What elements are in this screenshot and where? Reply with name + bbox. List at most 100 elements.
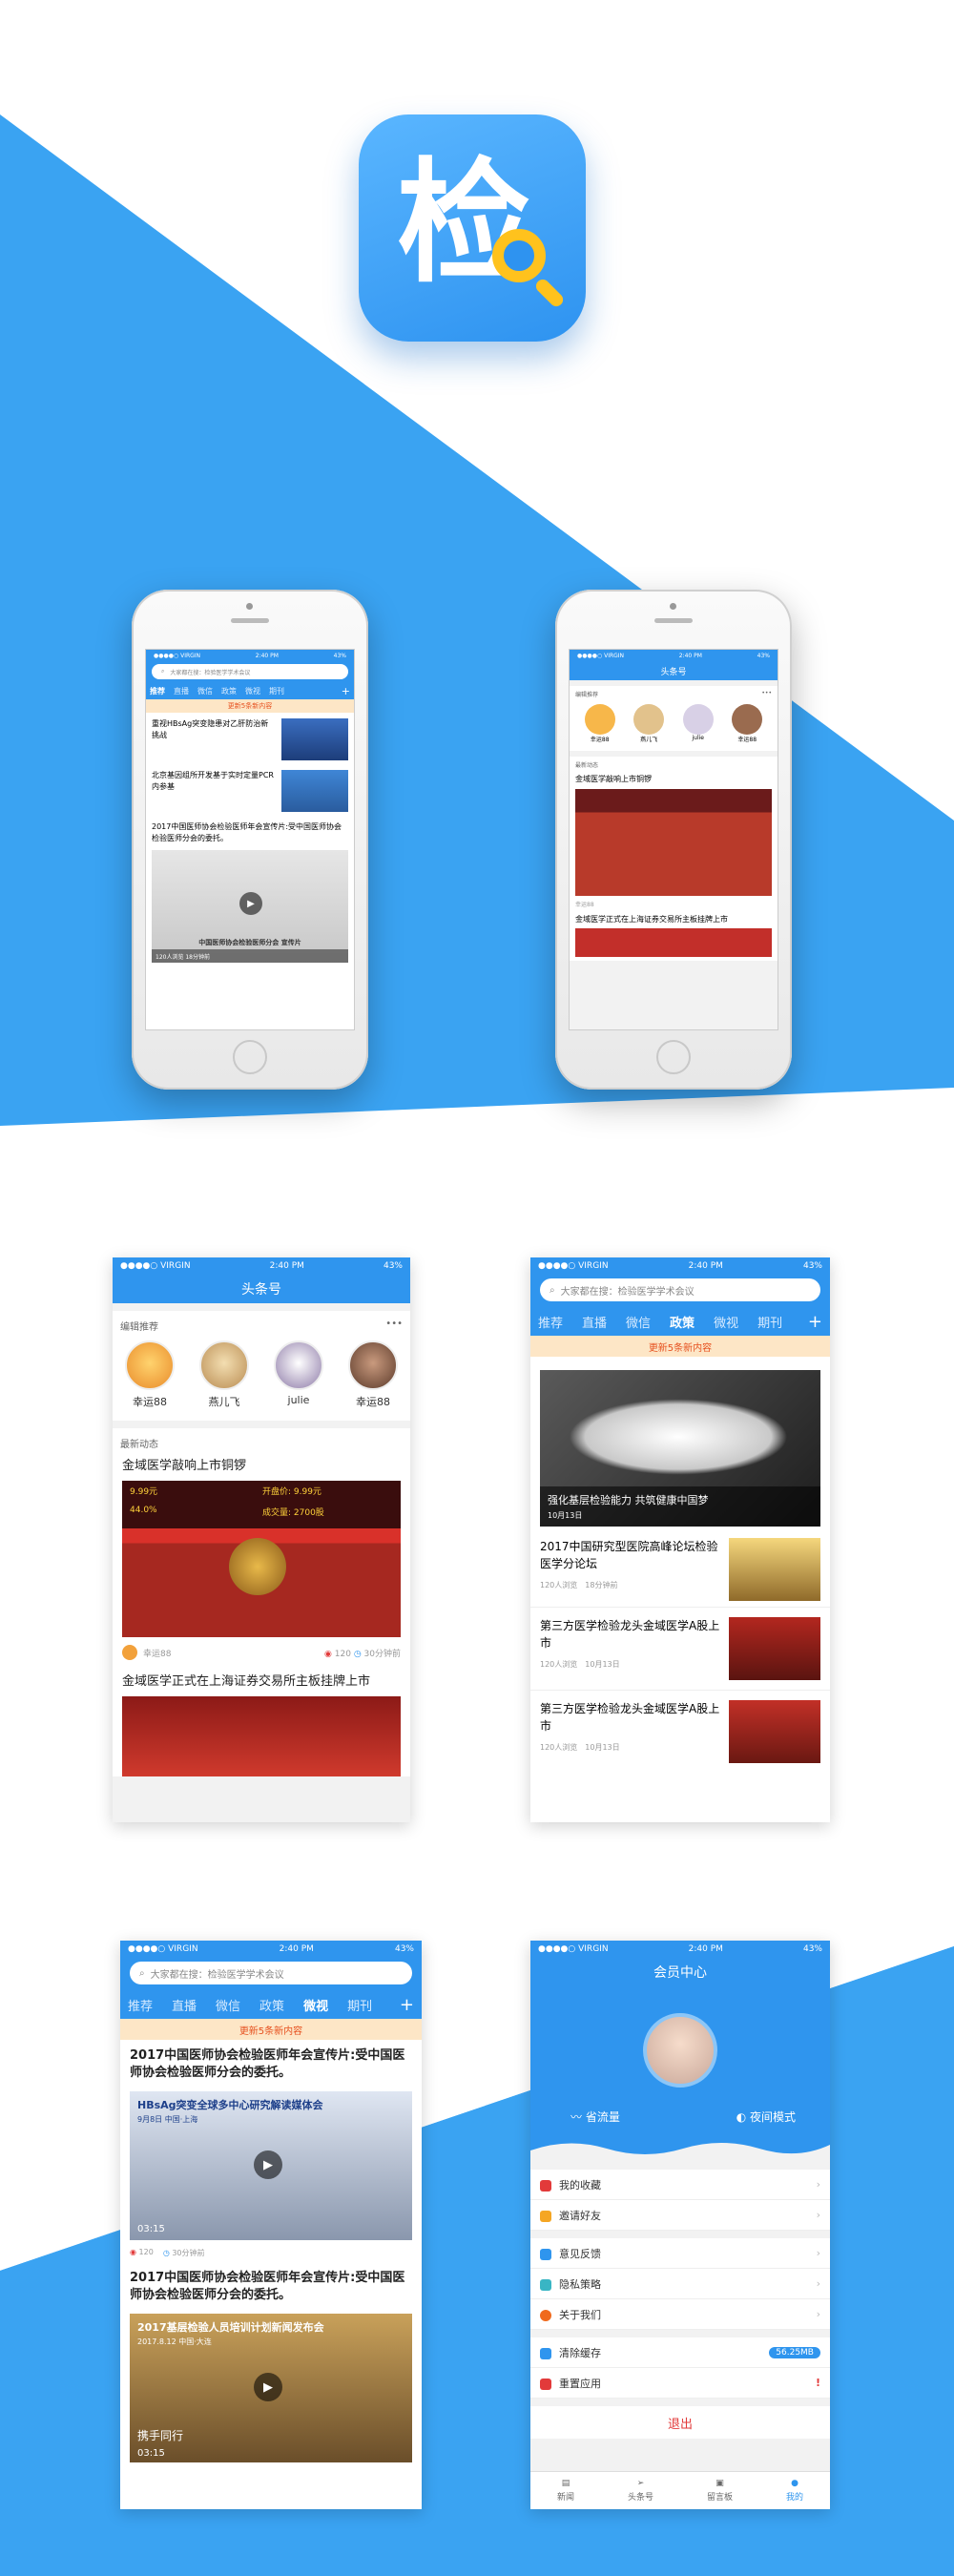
add-tab-icon[interactable]: + (808, 1312, 822, 1332)
magnifier-icon (492, 229, 546, 282)
user-card[interactable]: 幸运88 (125, 1340, 175, 1409)
search-input[interactable]: ⌕ 大家都在搜：检验医学学术会议 (540, 1278, 820, 1301)
video-caption: 中国医师协会检验医师分会 宣传片 (198, 939, 301, 946)
user-card[interactable]: 幸运88 (584, 704, 615, 743)
user-list: 幸运88 燕儿飞 julie 幸运88 (113, 1340, 410, 1409)
editor-pick-card: 编辑推荐 ••• 幸运88 燕儿飞 julie 幸运88 (570, 686, 778, 751)
avatar (348, 1340, 398, 1390)
list-item[interactable]: 第三方医学检验龙头金域医学A股上市 120人浏览 10月13日 (530, 1608, 830, 1691)
tab-recommend[interactable]: 推荐 (128, 1996, 153, 2014)
tab-video[interactable]: 微视 (303, 1996, 328, 2014)
user-card[interactable]: 燕儿飞 (633, 704, 665, 743)
night-mode-toggle[interactable]: ◐ 夜间模式 (736, 2109, 796, 2125)
video-title[interactable]: 2017中国医师协会检验医师年会宣传片:受中国医师协会检验医师分会的委托。 (120, 2040, 422, 2088)
more-icon[interactable]: ••• (761, 690, 772, 698)
video-thumb[interactable]: HBsAg突变全球多中心研究解读媒体会 9月8日 中国·上海 ▶ 03:15 (130, 2091, 412, 2240)
list-item[interactable]: 第三方医学检验龙头金域医学A股上市 120人浏览 10月13日 (530, 1691, 830, 1773)
tab-wechat[interactable]: 微信 (197, 686, 213, 696)
play-icon[interactable]: ▶ (254, 2373, 282, 2401)
editor-pick-card: 编辑推荐 ••• 幸运88 燕儿飞 julie 幸运88 (113, 1311, 410, 1421)
user-card[interactable]: 燕儿飞 (199, 1340, 249, 1409)
menu-favorites[interactable]: 我的收藏 › (530, 2170, 830, 2200)
tab-policy[interactable]: 政策 (221, 686, 237, 696)
tab-video[interactable]: 微视 (714, 1313, 738, 1331)
avatar (122, 1645, 137, 1660)
add-tab-icon[interactable]: + (342, 685, 350, 697)
hero-caption: 强化基层检验能力 共筑健康中国梦 10月13日 (540, 1486, 820, 1527)
avatar (682, 704, 714, 735)
video-title[interactable]: 2017中国医师协会检验医师年会宣传片:受中国医师协会检验医师分会的委托。 (120, 2260, 422, 2310)
user-card[interactable]: 幸运88 (348, 1340, 398, 1409)
nav-news[interactable]: ▤ 新闻 (557, 2479, 574, 2503)
tab-recommend[interactable]: 推荐 (538, 1313, 563, 1331)
avatar (125, 1340, 175, 1390)
search-input[interactable]: ⌕ 大家都在搜：检验医学学术会议 (152, 664, 348, 679)
clock: 2:40 PM (255, 652, 279, 659)
nav-me[interactable]: ● 我的 (786, 2479, 803, 2503)
list-item[interactable]: 北京基因组所开发基于实时定量PCR内参基 (146, 766, 354, 816)
avatar[interactable] (643, 2013, 717, 2088)
hero-image[interactable]: 强化基层检验能力 共筑健康中国梦 10月13日 (540, 1370, 820, 1527)
chevron-right-icon: › (816, 2308, 820, 2320)
more-icon[interactable]: ••• (385, 1319, 403, 1333)
post-title[interactable]: 金域医学敲响上市铜锣 (113, 1458, 410, 1481)
tab-wechat[interactable]: 微信 (626, 1313, 651, 1331)
list-item[interactable]: 重视HBsAg突变隐患对乙肝防治新挑战 (146, 713, 354, 766)
tab-bar: 推荐 直播 微信 政策 微视 期刊 + (530, 1307, 830, 1336)
post-image[interactable] (575, 789, 772, 896)
gong (229, 1538, 286, 1595)
status-bar: ●●●●○ VIRGIN 2:40 PM 43% (146, 650, 354, 661)
tab-live[interactable]: 直播 (174, 686, 189, 696)
post-image[interactable] (122, 1696, 401, 1776)
add-tab-icon[interactable]: + (400, 1995, 414, 2015)
home-button (233, 1040, 267, 1074)
camera (246, 603, 253, 610)
post-image[interactable]: 9.99元 开盘价: 9.99元 44.0% 成交量: 2700股 (122, 1481, 401, 1637)
nav-message-board[interactable]: ▣ 留言板 (707, 2479, 733, 2503)
tab-live[interactable]: 直播 (172, 1996, 197, 2014)
menu-clear-cache[interactable]: 清除缓存 56.25MB (530, 2337, 830, 2368)
user-card[interactable]: julie (274, 1340, 323, 1409)
video-thumb[interactable]: 2017基层检验人员培训计划新闻发布会 2017.8.12 中国·大连 ▶ 携手… (130, 2314, 412, 2462)
policy-screen: ●●●●○ VIRGIN 2:40 PM 43% ⌕ 大家都在搜：检验医学学术会议… (530, 1257, 830, 1822)
bottom-nav: ▤ 新闻 ➢ 头条号 ▣ 留言板 ● 我的 (530, 2471, 830, 2509)
list-item[interactable]: 2017中国研究型医院高峰论坛检验医学分论坛 120人浏览 18分钟前 (530, 1527, 830, 1608)
tab-policy[interactable]: 政策 (259, 1996, 284, 2014)
eye-icon: ◉ (324, 1649, 332, 1659)
tab-policy[interactable]: 政策 (670, 1313, 695, 1331)
tab-wechat[interactable]: 微信 (216, 1996, 240, 2014)
menu-reset-app[interactable]: 重置应用! (530, 2368, 830, 2399)
tab-live[interactable]: 直播 (582, 1313, 607, 1331)
avatar (584, 704, 615, 735)
menu-invite[interactable]: 邀请好友 › (530, 2200, 830, 2231)
save-data-toggle[interactable]: 〰 省流量 (570, 2109, 620, 2125)
play-icon[interactable]: ▶ (239, 892, 262, 915)
section-title: 最新动态 (120, 1440, 158, 1450)
section-title: 编辑推荐 (120, 1322, 158, 1333)
post-image[interactable] (575, 928, 772, 957)
user-card[interactable]: julie (682, 704, 714, 743)
logout-button[interactable]: 退出 (530, 2406, 830, 2439)
home-button (656, 1040, 691, 1074)
broom-icon (540, 2347, 551, 2359)
search-bar: ⌕ 大家都在搜：检验医学学术会议 (530, 1275, 830, 1307)
speaker (654, 618, 693, 623)
tab-video[interactable]: 微视 (245, 686, 260, 696)
tab-journal[interactable]: 期刊 (757, 1313, 782, 1331)
tab-recommend[interactable]: 推荐 (150, 686, 165, 696)
tab-journal[interactable]: 期刊 (347, 1996, 372, 2014)
avatar (633, 704, 665, 735)
user-card[interactable]: 幸运88 (732, 704, 763, 743)
search-input[interactable]: ⌕ 大家都在搜：检验医学学术会议 (130, 1962, 412, 1984)
video-thumb[interactable]: ▶ 中国医师协会检验医师分会 宣传片 120人浏览 18分钟前 (152, 850, 348, 963)
tab-journal[interactable]: 期刊 (269, 686, 284, 696)
play-icon[interactable]: ▶ (254, 2150, 282, 2179)
phone-home-screen: ●●●●○ VIRGIN 2:40 PM 43% ⌕ 大家都在搜：检验医学学术会议… (145, 649, 355, 1030)
menu-about[interactable]: 关于我们 › (530, 2299, 830, 2330)
nav-toutiao[interactable]: ➢ 头条号 (628, 2479, 653, 2503)
status-bar: ●●●●○ VIRGIN 2:40 PM 43% (113, 1257, 410, 1275)
toutiao-screen: ●●●●○ VIRGIN 2:40 PM 43% 头条号 编辑推荐 ••• 幸运8… (113, 1257, 410, 1822)
menu-feedback[interactable]: 意见反馈 › (530, 2238, 830, 2269)
post-title[interactable]: 金域医学正式在上海证券交易所主板挂牌上市 (113, 1668, 410, 1696)
menu-privacy[interactable]: 隐私策略 › (530, 2269, 830, 2299)
